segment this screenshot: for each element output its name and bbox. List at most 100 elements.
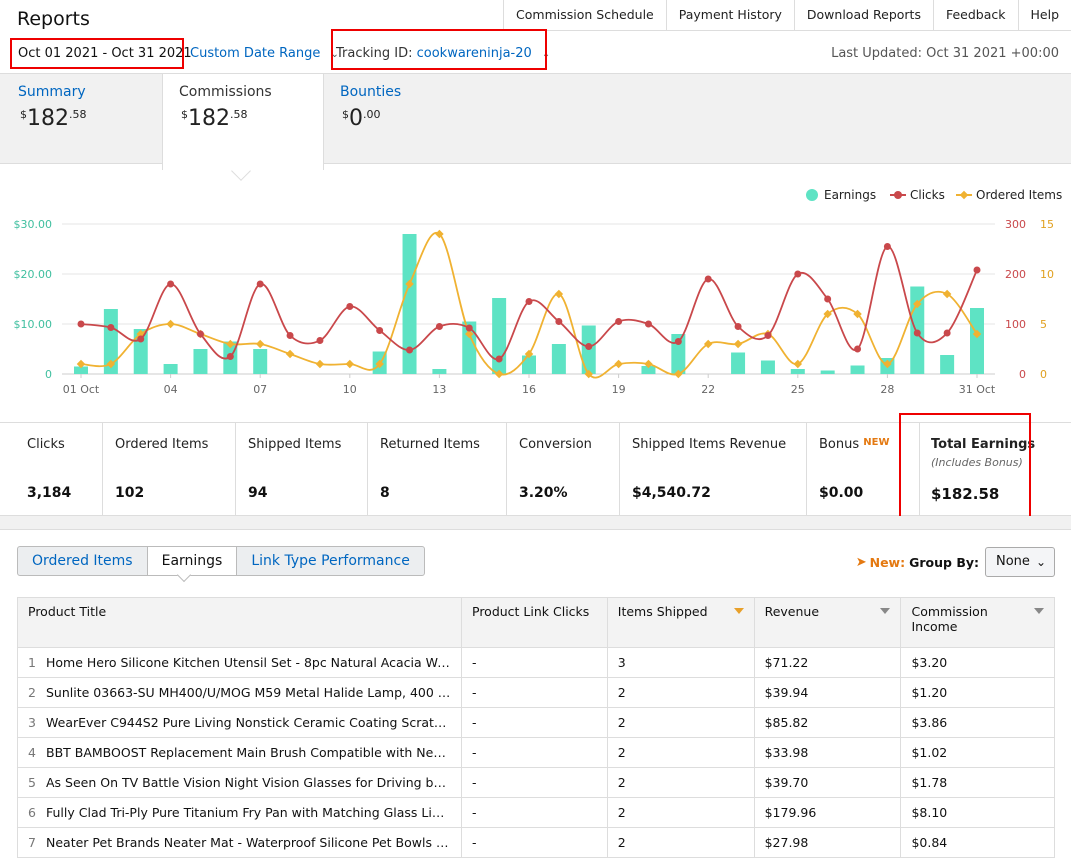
clicks-point <box>526 298 533 305</box>
col-revenue[interactable]: Revenue <box>754 598 901 648</box>
clicks-point <box>615 318 622 325</box>
cell-revenue: $39.70 <box>754 768 901 798</box>
nav-commission-schedule[interactable]: Commission Schedule <box>504 0 667 30</box>
cell-commission-income: $1.02 <box>901 738 1055 768</box>
rocket-icon: ➤ <box>856 555 867 570</box>
clicks-point <box>884 243 891 250</box>
legend-earnings[interactable]: Earnings <box>806 188 876 202</box>
cell-commission-income: $1.78 <box>901 768 1055 798</box>
earnings-bar <box>253 349 267 374</box>
x-tick-label: 10 <box>343 383 357 396</box>
cell-product-title: 4BBT BAMBOOST Replacement Main Brush Com… <box>18 738 462 768</box>
section-divider <box>0 516 1071 530</box>
clicks-point <box>257 281 264 288</box>
tab-ordered-items[interactable]: Ordered Items <box>17 546 148 576</box>
clicks-point <box>436 323 443 330</box>
x-tick-label: 28 <box>880 383 894 396</box>
y-right-clicks-tick-label: 200 <box>1005 268 1026 281</box>
col-commission-income[interactable]: Commission Income <box>901 598 1055 648</box>
product-title-link[interactable]: BBT BAMBOOST Replacement Main Brush Comp… <box>46 745 451 760</box>
product-title-link[interactable]: Fully Clad Tri-Ply Pure Titanium Fry Pan… <box>46 805 451 820</box>
y-left-tick-label: $30.00 <box>14 218 53 231</box>
legend-items-label: Ordered Items <box>976 188 1062 202</box>
table-row: 4BBT BAMBOOST Replacement Main Brush Com… <box>18 738 1055 768</box>
stat-value: $4,540.72 <box>632 485 711 501</box>
stat-returned-items: Returned Items 8 <box>368 423 507 517</box>
nav-help[interactable]: Help <box>1019 0 1071 30</box>
product-title-link[interactable]: Sunlite 03663-SU MH400/U/MOG M59 Metal H… <box>46 685 451 700</box>
earnings-bar <box>851 366 865 375</box>
y-right-items-tick-label: 0 <box>1040 368 1047 381</box>
x-tick-label: 19 <box>612 383 626 396</box>
cell-revenue: $71.22 <box>754 648 901 678</box>
cell-link-clicks: - <box>462 738 608 768</box>
stat-value: 94 <box>248 485 267 501</box>
clicks-point <box>944 330 951 337</box>
legend-ordered-items[interactable]: Ordered Items <box>956 188 1062 202</box>
nav-payment-history[interactable]: Payment History <box>667 0 795 30</box>
clicks-point <box>496 356 503 363</box>
y-right-items-tick-label: 5 <box>1040 318 1047 331</box>
nav-feedback[interactable]: Feedback <box>934 0 1019 30</box>
clicks-point <box>197 331 204 338</box>
cell-items-shipped: 3 <box>607 648 754 678</box>
group-by-control: ➤ New: Group By: None ⌄ <box>856 547 1055 577</box>
ordered-items-point <box>286 350 294 358</box>
table-row: 5As Seen On TV Battle Vision Night Visio… <box>18 768 1055 798</box>
col-product-title[interactable]: Product Title <box>18 598 462 648</box>
clicks-point <box>735 323 742 330</box>
y-right-clicks-tick-label: 100 <box>1005 318 1026 331</box>
tab-link-type-performance[interactable]: Link Type Performance <box>236 546 424 576</box>
product-title-link[interactable]: Home Hero Silicone Kitchen Utensil Set -… <box>46 655 451 670</box>
stat-clicks: Clicks 3,184 <box>0 423 103 517</box>
tab-bounties[interactable]: Bounties <box>340 84 401 100</box>
sort-icon <box>880 608 890 614</box>
bounties-amount: $0.00 <box>342 106 381 131</box>
group-by-select[interactable]: None ⌄ <box>985 547 1055 577</box>
y-left-tick-label: $10.00 <box>14 318 53 331</box>
cell-revenue: $33.98 <box>754 738 901 768</box>
clicks-point <box>167 281 174 288</box>
group-by-value: None <box>996 554 1030 569</box>
tab-earnings[interactable]: Earnings <box>147 546 238 576</box>
product-title-link[interactable]: As Seen On TV Battle Vision Night Vision… <box>46 775 451 790</box>
new-badge: NEW <box>863 437 889 448</box>
cell-revenue: $27.98 <box>754 828 901 858</box>
stat-conversion: Conversion 3.20% <box>507 423 620 517</box>
stat-shipped-items-revenue: Shipped Items Revenue $4,540.72 <box>620 423 807 517</box>
tab-commissions[interactable]: Commissions <box>179 84 272 100</box>
clicks-point <box>555 318 562 325</box>
stat-label: Ordered Items <box>115 437 208 452</box>
col-product-link-clicks[interactable]: Product Link Clicks <box>462 598 608 648</box>
legend-clicks[interactable]: Clicks <box>890 188 945 202</box>
custom-date-range-dropdown[interactable]: Custom Date Range ⌄ <box>190 46 339 61</box>
tab-summary[interactable]: Summary <box>18 84 86 100</box>
cell-commission-income: $3.86 <box>901 708 1055 738</box>
nav-download-reports[interactable]: Download Reports <box>795 0 934 30</box>
stat-label: Bonus NEW <box>819 437 890 452</box>
chevron-down-icon: ⌄ <box>1036 548 1046 576</box>
stat-value: 3,184 <box>27 485 71 501</box>
clicks-point <box>854 346 861 353</box>
x-tick-label: 22 <box>701 383 715 396</box>
col-items-shipped[interactable]: Items Shipped <box>607 598 754 648</box>
cell-product-title: 7Neater Pet Brands Neater Mat - Waterpro… <box>18 828 462 858</box>
cell-link-clicks: - <box>462 828 608 858</box>
top-nav: Commission Schedule Payment History Down… <box>503 0 1071 31</box>
new-label: New: <box>870 555 906 570</box>
clicks-point <box>78 321 85 328</box>
ordered-items-point <box>316 360 324 368</box>
y-left-tick-label: 0 <box>45 368 52 381</box>
clicks-point <box>764 332 771 339</box>
product-title-link[interactable]: WearEver C944S2 Pure Living Nonstick Cer… <box>46 715 451 730</box>
clicks-point <box>675 338 682 345</box>
product-title-link[interactable]: Neater Pet Brands Neater Mat - Waterproo… <box>46 835 451 850</box>
cell-items-shipped: 2 <box>607 708 754 738</box>
clicks-point <box>227 353 234 360</box>
x-tick-label: 31 Oct <box>959 383 996 396</box>
clicks-point <box>794 271 801 278</box>
stat-value: 8 <box>380 485 390 501</box>
clicks-point <box>585 343 592 350</box>
legend-items-marker <box>956 189 972 201</box>
table-row: 1Home Hero Silicone Kitchen Utensil Set … <box>18 648 1055 678</box>
